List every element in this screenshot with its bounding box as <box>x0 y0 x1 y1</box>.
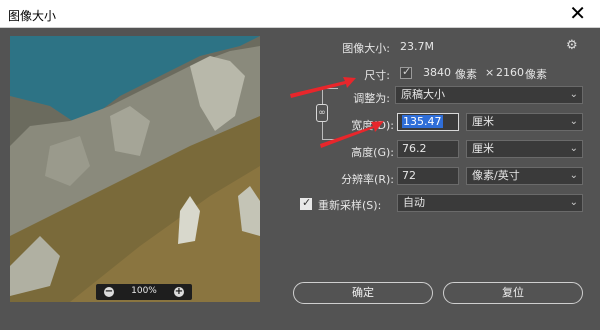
width-px-unit: 像素 <box>455 68 477 81</box>
chevron-down-icon: ⌄ <box>569 89 578 100</box>
dimensions-unit-toggle[interactable]: ✓ <box>400 65 412 79</box>
check-icon: ✓ <box>302 196 312 209</box>
zoom-bar: − 100% + <box>96 284 192 300</box>
chevron-down-icon: ✓ <box>402 65 412 78</box>
resolution-value: 72 <box>402 169 416 182</box>
image-preview[interactable]: − 100% + <box>10 36 260 302</box>
chevron-down-icon: ⌄ <box>569 143 578 154</box>
resolution-unit-select[interactable]: 像素/英寸 ⌄ <box>466 167 583 185</box>
resample-value: 自动 <box>403 196 425 209</box>
image-size-dialog: − 100% + 图像大小: 23.7M ⚙ 尺寸: ✓ 3840 像素 × 2… <box>0 28 600 330</box>
ok-button[interactable]: 确定 <box>293 282 433 304</box>
image-size-label: 图像大小: <box>342 42 390 55</box>
gear-icon[interactable]: ⚙ <box>566 38 580 53</box>
height-input[interactable]: 76.2 <box>397 140 459 158</box>
resolution-label: 分辨率(R): <box>341 173 394 186</box>
title-bar: 图像大小 ✕ <box>0 0 600 28</box>
resolution-unit-value: 像素/英寸 <box>472 169 520 182</box>
resample-label: 重新采样(S): <box>318 199 382 212</box>
height-unit-select[interactable]: 厘米 ⌄ <box>466 140 583 158</box>
height-unit-value: 厘米 <box>472 142 494 155</box>
width-input[interactable]: 135.47 <box>397 113 459 131</box>
chevron-down-icon: ⌄ <box>569 170 578 181</box>
width-unit-value: 厘米 <box>472 115 494 128</box>
mountain-image <box>10 36 260 302</box>
reset-button[interactable]: 复位 <box>443 282 583 304</box>
fit-to-value: 原稿大小 <box>401 88 445 101</box>
width-value: 135.47 <box>402 115 443 128</box>
close-icon[interactable]: ✕ <box>569 2 586 24</box>
zoom-out-icon[interactable]: − <box>104 287 114 297</box>
fit-to-label: 调整为: <box>353 92 390 105</box>
width-unit-select[interactable]: 厘米 ⌄ <box>466 113 583 131</box>
image-size-value: 23.7M <box>400 40 434 53</box>
chevron-down-icon: ⌄ <box>569 197 578 208</box>
zoom-in-icon[interactable]: + <box>174 287 184 297</box>
height-px-value: 2160 <box>496 66 524 79</box>
zoom-level: 100% <box>131 286 157 296</box>
width-px-value: 3840 <box>423 66 451 79</box>
fit-to-select[interactable]: 原稿大小 ⌄ <box>395 86 583 104</box>
times-sign: × <box>485 66 495 79</box>
height-value: 76.2 <box>402 142 427 155</box>
chevron-down-icon: ⌄ <box>569 116 578 127</box>
resample-checkbox[interactable]: ✓ <box>300 196 312 210</box>
resolution-input[interactable]: 72 <box>397 167 459 185</box>
height-px-unit: 像素 <box>525 68 547 81</box>
dimensions-label: 尺寸: <box>364 69 390 82</box>
width-label: 宽度(D): <box>351 119 394 132</box>
height-label: 高度(G): <box>351 146 394 159</box>
resample-select[interactable]: 自动 ⌄ <box>397 194 583 212</box>
window-title: 图像大小 <box>8 9 57 23</box>
